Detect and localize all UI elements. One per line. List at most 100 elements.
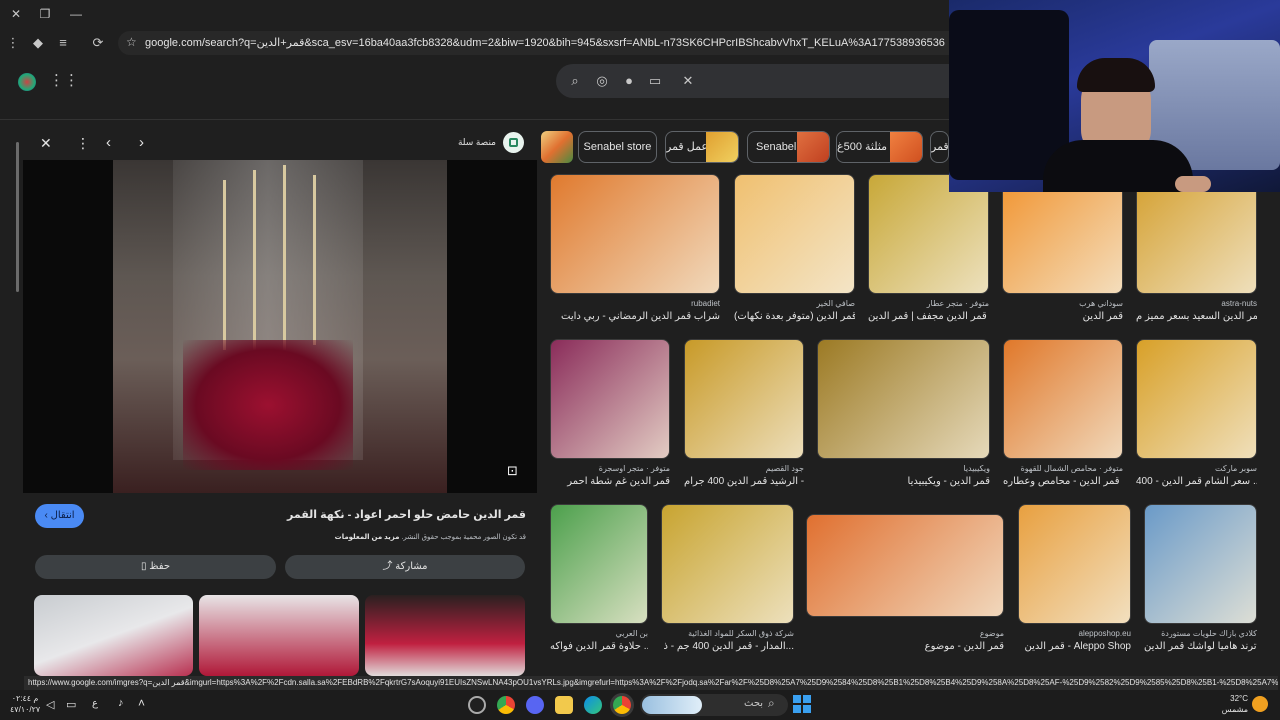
chip-senabel[interactable]: Senabel <box>747 131 830 163</box>
result-title[interactable]: قمر الدين غم شطة احمر <box>550 476 670 487</box>
result-title[interactable]: حلاوة قمر الدين فواكه ... <box>550 641 648 652</box>
result-thumbnail[interactable] <box>1002 174 1123 294</box>
mic-tray-icon[interactable]: ♪ <box>118 697 124 709</box>
copyright-text: قد تكون الصور محمية بموجب حقوق النشر. <box>401 534 526 541</box>
windows-start-icon[interactable] <box>793 695 811 713</box>
chip-amal-qamar[interactable]: عمل قمر <box>665 131 739 163</box>
clock[interactable]: م ٠٢:٤٤ ٤٧/١٠/٢٧ <box>10 693 40 715</box>
tray-chevron-up-icon[interactable]: ˄ <box>138 696 145 710</box>
result-title[interactable]: قمر الدين مجفف | قمر الدين ... <box>868 311 989 322</box>
result-thumbnail[interactable] <box>868 174 989 294</box>
result-source[interactable]: موضوع <box>806 629 1004 638</box>
keyboard-icon[interactable]: ▭ <box>647 73 663 89</box>
visit-button[interactable]: ‹ انتقال <box>35 504 84 528</box>
search-icon[interactable]: ⌕ <box>567 73 583 89</box>
language-indicator[interactable]: ع <box>92 698 98 709</box>
result-title[interactable]: سعر الشام قمر الدين - 400 ... <box>1136 476 1257 487</box>
result-source[interactable]: متوفر · متجر عطار <box>868 299 989 308</box>
edge-icon[interactable] <box>584 696 602 714</box>
share-button[interactable]: ⤴ مشاركة <box>285 555 525 579</box>
minimize-window-icon[interactable]: — <box>64 4 88 24</box>
discord-icon[interactable] <box>526 696 544 714</box>
result-source[interactable]: سوبر ماركت <box>1136 464 1257 473</box>
result-source[interactable]: alepposhop.eu <box>1018 629 1132 638</box>
result-source[interactable]: ويكيبيديا <box>817 464 990 473</box>
search-icon: ⌕ <box>768 696 775 710</box>
lens-icon[interactable]: ◎ <box>594 73 610 89</box>
result-source[interactable]: بن العربي <box>550 629 648 638</box>
result-thumbnail[interactable] <box>1136 174 1257 294</box>
result-source[interactable]: صافي الخير <box>734 299 855 308</box>
result-thumbnail[interactable] <box>1018 504 1131 624</box>
chip-senabel-store[interactable]: Senabel store <box>578 131 657 163</box>
taskbar-search[interactable]: بحث ⌕ <box>640 694 788 716</box>
star-icon[interactable]: ☆ <box>126 35 137 49</box>
result-thumbnail[interactable] <box>806 514 1004 617</box>
result-thumbnail[interactable] <box>684 339 804 459</box>
chip-muthallatha[interactable]: مثلثة 500غ <box>836 131 923 163</box>
more-icon[interactable]: ⋮ <box>4 34 22 52</box>
result-thumbnail[interactable] <box>1136 339 1257 459</box>
result-source[interactable]: كلادي بازاك حلويات مستوردة <box>1144 629 1257 638</box>
restore-window-icon[interactable]: ❐ <box>33 4 57 24</box>
result-source[interactable]: rubadiet <box>550 299 720 308</box>
result-source[interactable]: شركة ذوق السكر للمواد الغذائية <box>661 629 794 638</box>
result-title[interactable]: قمر الدين - Aleppo Shop <box>1018 641 1132 652</box>
result-title[interactable]: قمر الدين السعيد بسعر مميز م... <box>1136 311 1257 322</box>
chrome-icon[interactable] <box>497 696 515 714</box>
related-image[interactable] <box>34 595 193 676</box>
chip-image[interactable] <box>541 131 573 163</box>
file-explorer-icon[interactable] <box>555 696 573 714</box>
apps-icon[interactable]: ⋮⋮ <box>49 71 79 89</box>
save-button[interactable]: ▯ حفظ <box>35 555 276 579</box>
network-icon[interactable]: ▭ <box>66 698 76 711</box>
result-thumbnail[interactable] <box>661 504 794 624</box>
result-title[interactable]: قمر الدين - محامص وعطاره ... <box>1003 476 1123 487</box>
result-title[interactable]: الرشيد قمر الدين 400 جرام - ... <box>684 476 804 487</box>
result-thumbnail[interactable] <box>550 174 720 294</box>
reload-icon[interactable]: ⟳ <box>89 34 107 52</box>
panel-more-icon[interactable]: ⋮ <box>76 135 90 152</box>
result-thumbnail[interactable] <box>550 339 670 459</box>
result-thumbnail[interactable] <box>734 174 855 294</box>
lens-search-icon[interactable]: ⊡ <box>507 463 518 479</box>
profile-avatar[interactable] <box>18 73 36 91</box>
related-image[interactable] <box>365 595 525 676</box>
learn-more-link[interactable]: مزيد من المعلومات <box>335 534 400 541</box>
result-title[interactable]: ترند هاميا لواشك قمر الدين ... <box>1144 641 1257 652</box>
result-title[interactable]: قمر الدين - ويكيبيديا <box>817 476 990 487</box>
preview-image[interactable]: ⊡ <box>23 160 537 493</box>
weather-widget[interactable]: 32°C مشمس <box>1200 693 1248 715</box>
mic-icon[interactable]: ● <box>621 73 637 89</box>
result-thumbnail[interactable] <box>1144 504 1257 624</box>
chevron-left-icon[interactable]: ‹ <box>106 134 111 151</box>
result-source[interactable]: متوفر · متجر اوسجرة <box>550 464 670 473</box>
panel-scrollbar[interactable] <box>14 128 20 668</box>
result-title[interactable]: قمر الدين <box>1002 311 1123 322</box>
result-thumbnail[interactable] <box>550 504 648 624</box>
media-icon[interactable]: ≡ <box>54 34 72 52</box>
clear-search-icon[interactable]: ✕ <box>680 73 696 89</box>
close-window-icon[interactable]: ✕ <box>4 4 28 24</box>
url-text[interactable]: google.com/search?q=قمر+الدين&sca_esv=16… <box>145 36 945 49</box>
source-name[interactable]: منصة سلة <box>420 137 496 148</box>
chrome-active-icon[interactable] <box>613 696 631 714</box>
related-image[interactable] <box>199 595 359 676</box>
result-source[interactable]: جود القصيم <box>684 464 804 473</box>
result-source[interactable]: سوداني هرب <box>1002 299 1123 308</box>
result-thumbnail[interactable] <box>1003 339 1123 459</box>
result-source[interactable]: متوفر · محامص الشمال للقهوة <box>1003 464 1123 473</box>
chip-qamar[interactable]: قمر <box>930 131 949 163</box>
result-title[interactable]: شراب قمر الدين الرمضاني - ربي دايت <box>550 311 720 322</box>
app-icon[interactable] <box>468 696 486 714</box>
volume-icon[interactable]: ◁ <box>46 698 54 711</box>
result-title[interactable]: قمر الدين - موضوع <box>806 641 1004 652</box>
result-source[interactable]: astra-nuts <box>1136 299 1257 308</box>
extension-icon[interactable]: ◆ <box>29 34 47 52</box>
image-title[interactable]: قمر الدين حامض حلو احمر اعواد - نكهة الق… <box>200 508 526 521</box>
result-title[interactable]: المدار - قمر الدين 400 جم - ذ... <box>661 641 794 652</box>
result-title[interactable]: قمر الدين (متوفر بعدة نكهات) ... <box>734 311 855 322</box>
result-thumbnail[interactable] <box>817 339 990 459</box>
chevron-right-icon[interactable]: › <box>139 134 144 151</box>
close-panel-icon[interactable]: ✕ <box>40 135 52 152</box>
